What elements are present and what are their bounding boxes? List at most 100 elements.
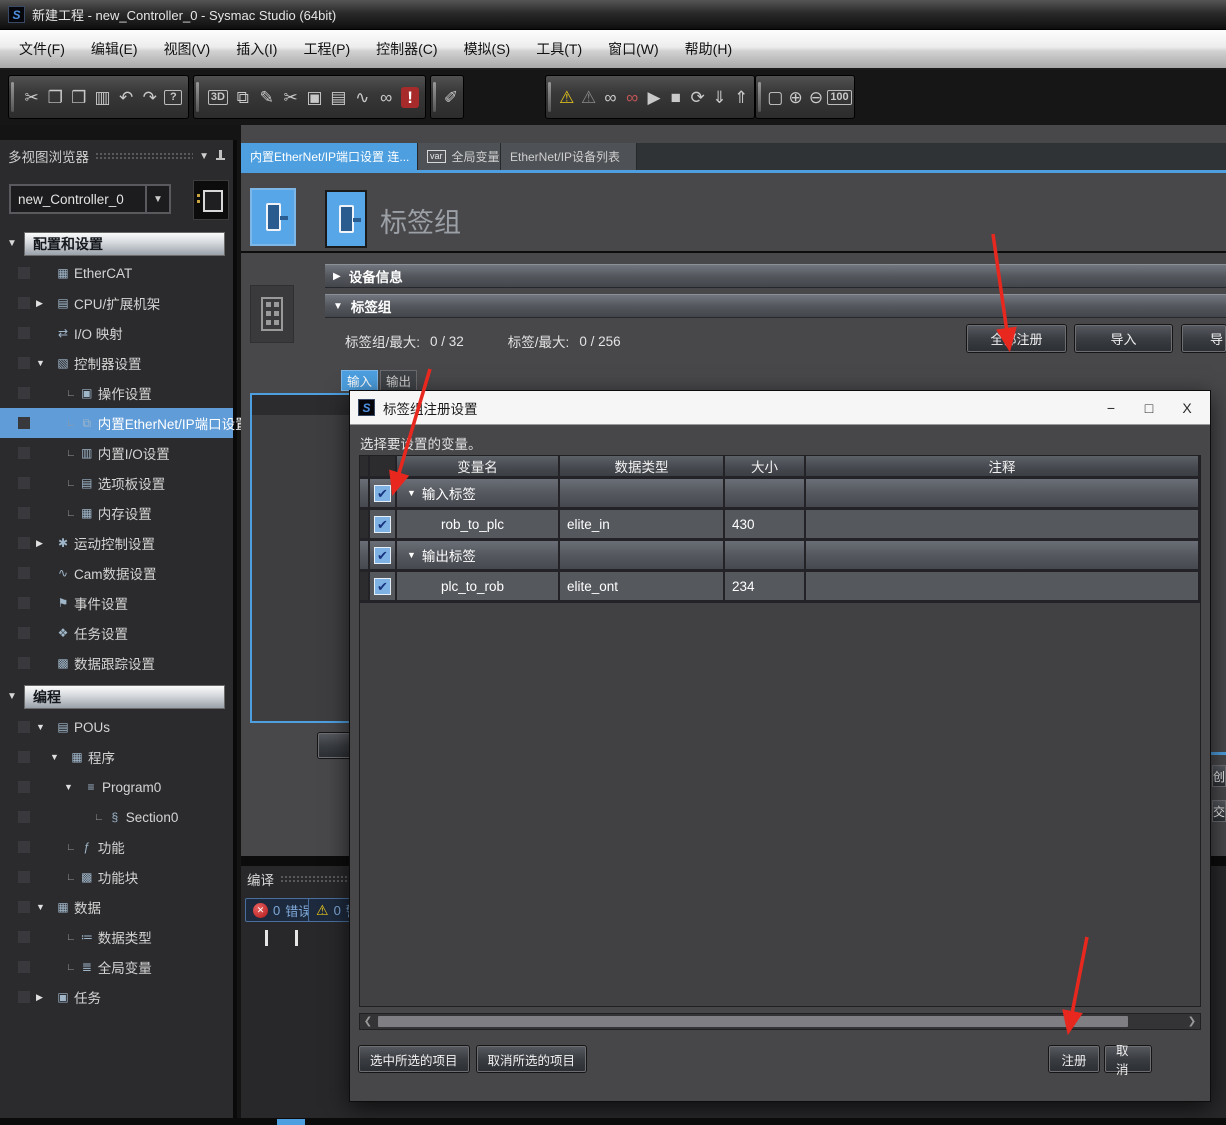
close-button[interactable]: X bbox=[1172, 400, 1202, 416]
row-checkbox[interactable]: ✔ bbox=[374, 547, 391, 564]
capture-icon[interactable]: ▣ bbox=[306, 89, 324, 106]
tab-output[interactable]: 输出 bbox=[380, 370, 417, 391]
table-row[interactable]: ✔ ▼输出标签 bbox=[360, 541, 1200, 572]
sync-icon[interactable]: ⟳ bbox=[689, 89, 707, 106]
sidebar-item-data-trace-settings[interactable]: ▩数据跟踪设置 bbox=[0, 648, 233, 678]
sidebar-item-section0[interactable]: ∟§Section0 bbox=[0, 802, 233, 832]
menu-controller[interactable]: 控制器(C) bbox=[363, 35, 450, 63]
cut-icon[interactable]: ✂ bbox=[23, 89, 41, 106]
run-icon[interactable]: ▶ bbox=[645, 89, 663, 106]
pick-tool-icon[interactable]: ✎ bbox=[258, 89, 276, 106]
deselect-items-button[interactable]: 取消所选的项目 bbox=[477, 1046, 587, 1072]
network-structure-nav-icon[interactable] bbox=[250, 285, 294, 343]
menu-edit[interactable]: 编辑(E) bbox=[78, 35, 151, 63]
troubleshoot-icon[interactable]: ✐ bbox=[442, 89, 460, 106]
paste-icon[interactable]: ❒ bbox=[70, 89, 88, 106]
sidebar-item-motion-control-settings[interactable]: ▶✱运动控制设置 bbox=[0, 528, 233, 558]
menu-insert[interactable]: 插入(I) bbox=[223, 35, 290, 63]
watch-table-icon[interactable]: ▤ bbox=[329, 89, 347, 106]
menu-help[interactable]: 帮助(H) bbox=[672, 35, 745, 63]
chevron-down-icon[interactable]: ▼ bbox=[199, 151, 209, 162]
stop-icon[interactable]: ■ bbox=[667, 89, 685, 106]
upload-from-controller-icon[interactable]: ⇑ bbox=[732, 89, 750, 106]
split-icon[interactable]: ✂ bbox=[282, 89, 300, 106]
table-row[interactable]: ✔ plc_to_rob elite_ont 234 bbox=[360, 572, 1200, 603]
horizontal-scrollbar[interactable]: ❮ ❯ bbox=[359, 1013, 1201, 1030]
sidebar-item-pous[interactable]: ▼▤POUs bbox=[0, 712, 233, 742]
sidebar-item-ethercat[interactable]: ▦EtherCAT bbox=[0, 258, 233, 288]
table-row[interactable]: ✔ rob_to_plc elite_in 430 bbox=[360, 510, 1200, 541]
scrollbar-thumb[interactable] bbox=[378, 1016, 1128, 1027]
partial-exchange-button[interactable]: 交 bbox=[1212, 800, 1226, 822]
3d-view-icon[interactable]: 3D bbox=[208, 90, 228, 105]
sidebar-item-io-map[interactable]: ⇄I/O 映射 bbox=[0, 318, 233, 348]
import-button[interactable]: 导入 bbox=[1075, 325, 1172, 352]
row-selector[interactable] bbox=[360, 541, 370, 569]
sidebar-item-program0[interactable]: ▼≡Program0 bbox=[0, 772, 233, 802]
row-checkbox[interactable]: ✔ bbox=[374, 578, 391, 595]
sidebar-item-memory-settings[interactable]: ∟▦内存设置 bbox=[0, 498, 233, 528]
section-device-information[interactable]: ▶ 设备信息 bbox=[325, 264, 1226, 288]
row-selector[interactable] bbox=[360, 572, 370, 600]
build-off-icon[interactable]: ⚠ bbox=[580, 89, 598, 106]
tab-global-variables[interactable]: var 全局变量 bbox=[418, 143, 501, 170]
cancel-button[interactable]: 取消 bbox=[1105, 1046, 1151, 1072]
menu-view[interactable]: 视图(V) bbox=[151, 35, 224, 63]
section-tag-group[interactable]: ▼ 标签组 bbox=[325, 294, 1226, 318]
sidebar-item-data-types[interactable]: ∟≔数据类型 bbox=[0, 922, 233, 952]
scroll-left-icon[interactable]: ❮ bbox=[360, 1014, 376, 1029]
minimize-button[interactable]: − bbox=[1096, 400, 1126, 416]
menu-file[interactable]: 文件(F) bbox=[6, 35, 78, 63]
export-button[interactable]: 导 bbox=[1182, 325, 1226, 352]
scroll-right-icon[interactable]: ❯ bbox=[1184, 1014, 1200, 1029]
section-programming[interactable]: ▼ 编程 bbox=[0, 684, 233, 709]
row-selector[interactable] bbox=[360, 479, 370, 507]
sidebar-item-task-settings[interactable]: ❖任务设置 bbox=[0, 618, 233, 648]
select-items-button[interactable]: 选中所选的项目 bbox=[359, 1046, 469, 1072]
abort-icon[interactable]: ! bbox=[401, 87, 419, 108]
row-checkbox[interactable]: ✔ bbox=[374, 485, 391, 502]
zoom-out-icon[interactable]: ⊖ bbox=[807, 89, 825, 106]
sidebar-item-event-settings[interactable]: ⚑事件设置 bbox=[0, 588, 233, 618]
sidebar-item-tasks[interactable]: ▶▣任务 bbox=[0, 982, 233, 1012]
partial-create-button[interactable]: 创 bbox=[1212, 765, 1226, 787]
maximize-button[interactable]: □ bbox=[1134, 400, 1164, 416]
tab-ethernet-ip-device-list[interactable]: EtherNet/IP设备列表 bbox=[501, 143, 637, 170]
zoom-in-icon[interactable]: ⊕ bbox=[787, 89, 805, 106]
pin-icon[interactable] bbox=[215, 150, 225, 163]
section-configuration[interactable]: ▼ 配置和设置 bbox=[0, 231, 233, 256]
tab-input[interactable]: 输入 bbox=[341, 370, 378, 391]
tab-builtin-ethernet-ip-port-settings[interactable]: 内置EtherNet/IP端口设置 连... X bbox=[241, 143, 418, 170]
sidebar-item-builtin-ethernet-ip-port-settings[interactable]: ∟⧉内置EtherNet/IP端口设置 bbox=[0, 408, 233, 438]
sidebar-item-programs[interactable]: ▼▦程序 bbox=[0, 742, 233, 772]
sidebar-item-functions[interactable]: ∟ƒ功能 bbox=[0, 832, 233, 862]
menu-project[interactable]: 工程(P) bbox=[290, 35, 363, 63]
port-settings-nav-icon[interactable] bbox=[250, 188, 296, 246]
sidebar-item-cam-data-settings[interactable]: ∿Cam数据设置 bbox=[0, 558, 233, 588]
help-icon[interactable]: ? bbox=[164, 90, 182, 105]
table-row[interactable]: ✔ ▼输入标签 bbox=[360, 479, 1200, 510]
sidebar-item-function-blocks[interactable]: ∟▩功能块 bbox=[0, 862, 233, 892]
sidebar-item-cpu-rack[interactable]: ▶▤CPU/扩展机架 bbox=[0, 288, 233, 318]
menu-simulation[interactable]: 模拟(S) bbox=[451, 35, 524, 63]
menu-tools[interactable]: 工具(T) bbox=[523, 35, 595, 63]
monitor-off-icon[interactable]: ∞ bbox=[623, 89, 641, 106]
build-warning-icon[interactable]: ⚠ bbox=[558, 89, 576, 106]
sidebar-item-data[interactable]: ▼▦数据 bbox=[0, 892, 233, 922]
menu-window[interactable]: 窗口(W) bbox=[595, 35, 672, 63]
register-all-button[interactable]: 全部注册 bbox=[967, 325, 1066, 352]
monitor-glasses-icon[interactable]: ∞ bbox=[601, 89, 619, 106]
sidebar-item-controller-settings[interactable]: ▼▧控制器设置 bbox=[0, 348, 233, 378]
pulse-monitor-icon[interactable]: ∿ bbox=[353, 89, 371, 106]
delete-icon[interactable]: ▥ bbox=[94, 89, 112, 106]
sidebar-item-operation-settings[interactable]: ∟▣操作设置 bbox=[0, 378, 233, 408]
register-button[interactable]: 注册 bbox=[1049, 1046, 1099, 1072]
controller-selector[interactable]: new_Controller_0 ▼ bbox=[9, 184, 171, 214]
sidebar-item-option-board-settings[interactable]: ∟▤选项板设置 bbox=[0, 468, 233, 498]
scrollbar-track[interactable] bbox=[376, 1014, 1184, 1029]
download-to-controller-icon[interactable]: ⇓ bbox=[710, 89, 728, 106]
row-checkbox[interactable]: ✔ bbox=[374, 516, 391, 533]
partial-button[interactable] bbox=[318, 733, 351, 758]
undo-icon[interactable]: ↶ bbox=[117, 89, 135, 106]
redo-icon[interactable]: ↷ bbox=[141, 89, 159, 106]
